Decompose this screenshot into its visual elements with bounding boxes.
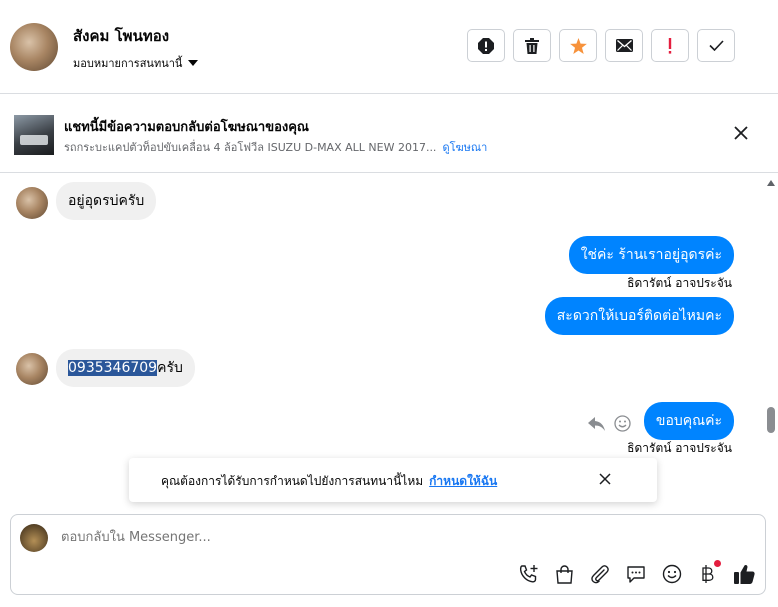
star-icon	[569, 37, 587, 54]
mark-spam-button[interactable]	[467, 29, 505, 62]
selected-phone-number[interactable]: 0935346709	[68, 360, 158, 376]
assign-prompt-toast: คุณต้องการได้รับการกำหนดไปยังการสนทนานี้…	[129, 458, 657, 502]
notification-dot	[714, 560, 721, 567]
reply-icon[interactable]	[588, 416, 606, 432]
contact-name[interactable]: สังคม โพนทอง	[73, 24, 169, 48]
message-bubble-outgoing[interactable]: ขอบคุณค่ะ	[643, 402, 734, 440]
close-icon[interactable]	[734, 126, 748, 140]
page-avatar	[20, 524, 48, 552]
reply-input[interactable]	[59, 529, 663, 546]
emoji-icon	[662, 564, 682, 584]
mark-done-button[interactable]	[697, 29, 735, 62]
sender-avatar[interactable]	[16, 187, 48, 219]
paperclip-icon	[591, 565, 609, 584]
message-text: ครับ	[157, 360, 183, 376]
assign-prompt-message: คุณต้องการได้รับการกำหนดไปยังการสนทนานี้…	[161, 474, 424, 488]
message-actions	[588, 415, 631, 432]
scrollbar-thumb[interactable]	[767, 407, 775, 433]
ad-title: แชทนี้มีข้อความตอบกลับต่อโฆษณาของคุณ	[64, 120, 309, 135]
envelope-icon	[615, 39, 633, 52]
chat-bubble-dots-icon	[627, 565, 645, 583]
shop-button[interactable]	[553, 563, 575, 585]
shopping-bag-icon	[555, 564, 573, 584]
scrollbar[interactable]	[763, 173, 778, 503]
assign-to-me-link[interactable]: กำหนดให้ฉัน	[429, 474, 497, 488]
message-bubble-incoming[interactable]: 0935346709ครับ	[56, 349, 195, 387]
message-bubble-outgoing[interactable]: สะดวกให้เบอร์ติดต่อไหมคะ	[544, 297, 734, 335]
contact-avatar[interactable]	[10, 23, 58, 71]
assign-label: มอบหมายการสนทนานี้	[73, 57, 183, 70]
baht-currency-icon	[702, 565, 714, 583]
saved-replies-button[interactable]	[625, 563, 647, 585]
ad-context-bar: แชทนี้มีข้อความตอบกลับต่อโฆษณาของคุณ รถก…	[0, 94, 778, 173]
view-ad-link[interactable]: ดูโฆษณา	[442, 141, 487, 154]
ad-description: รถกระบะแคปตัวท็อปขับเคลื่อน 4 ล้อโฟวีล I…	[64, 141, 437, 154]
message-sender-label: ธิดารัตน์ อาจประจัน	[627, 441, 732, 455]
alert-octagon-icon	[478, 37, 494, 54]
message-bubble-incoming[interactable]: อยู่อุดรบ่ครับ	[56, 182, 157, 220]
ad-subtitle: รถกระบะแคปตัวท็อปขับเคลื่อน 4 ล้อโฟวีล I…	[64, 138, 487, 156]
delete-button[interactable]	[513, 29, 551, 62]
attach-button[interactable]	[589, 563, 611, 585]
scroll-up-arrow-icon[interactable]	[767, 180, 775, 186]
emoji-button[interactable]	[661, 563, 683, 585]
phone-plus-icon	[519, 564, 537, 583]
message-thread: อยู่อุดรบ่ครับ ใช่ค่ะ ร้านเราอยู่อุดรค่ะ…	[0, 173, 778, 503]
mark-important-button[interactable]	[651, 29, 689, 62]
ad-thumbnail[interactable]	[14, 115, 54, 155]
message-bubble-outgoing[interactable]: ใช่ค่ะ ร้านเราอยู่อุดรค่ะ	[568, 236, 734, 274]
message-sender-label: ธิดารัตน์ อาจประจัน	[627, 276, 732, 290]
conversation-toolbar	[467, 29, 735, 62]
react-emoji-icon[interactable]	[614, 415, 631, 432]
call-button[interactable]	[517, 563, 539, 585]
trash-icon	[525, 37, 539, 54]
exclamation-icon	[668, 37, 672, 54]
payment-button[interactable]	[697, 560, 721, 585]
like-button[interactable]	[733, 563, 755, 585]
composer-actions	[517, 560, 755, 585]
mark-unread-button[interactable]	[605, 29, 643, 62]
close-icon[interactable]	[599, 473, 611, 485]
sender-avatar[interactable]	[16, 353, 48, 385]
conversation-header: สังคม โพนทอง มอบหมายการสนทนานี้	[0, 0, 778, 94]
caret-down-icon	[188, 60, 199, 66]
assign-prompt-text: คุณต้องการได้รับการกำหนดไปยังการสนทนานี้…	[161, 472, 497, 491]
message-composer	[10, 514, 766, 595]
assign-dropdown[interactable]: มอบหมายการสนทนานี้	[73, 54, 199, 72]
thumbs-up-icon	[733, 565, 755, 584]
star-button[interactable]	[559, 29, 597, 62]
check-icon	[708, 40, 724, 51]
